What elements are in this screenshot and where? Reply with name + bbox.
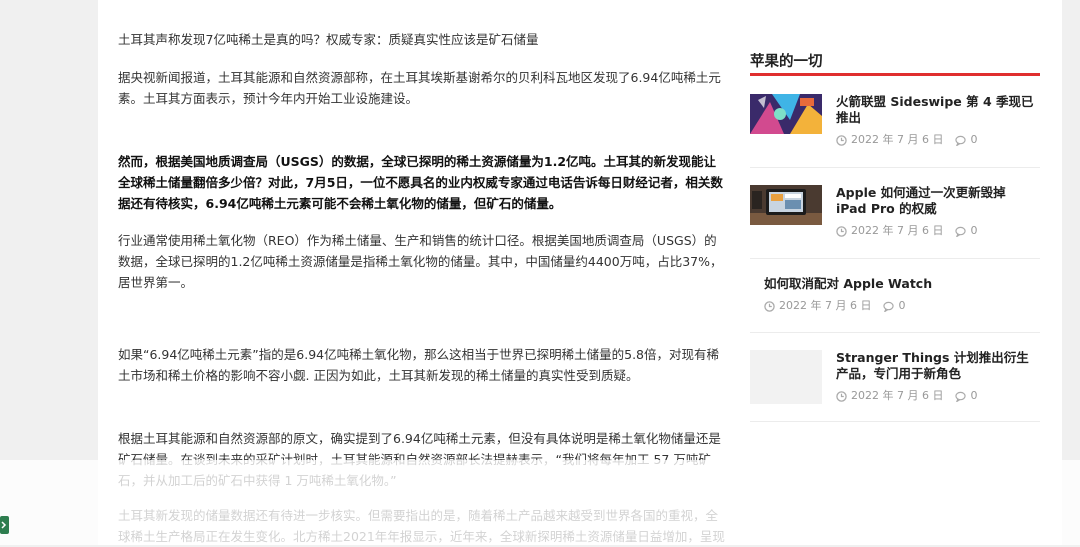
sidebar-divider: [750, 258, 1040, 259]
post-headline[interactable]: Stranger Things 计划推出衍生产品，专门用于新角色: [836, 350, 1040, 382]
post-headline[interactable]: 如何取消配对 Apple Watch: [764, 276, 1040, 292]
comment-bubble-icon[interactable]: [955, 135, 967, 146]
sidebar-divider: [750, 421, 1040, 422]
post-meta: 2022 年 7 月 6 日 0: [836, 133, 1040, 147]
sidebar-title: 苹果的一切: [750, 54, 823, 70]
post-headline[interactable]: 火箭联盟 Sideswipe 第 4 季现已推出: [836, 94, 1040, 126]
post-thumbnail-placeholder[interactable]: [750, 350, 822, 404]
article-paragraph-4: 如果“6.94亿吨稀土元素”指的是6.94亿吨稀土氧化物，那么这相当于世界已探明…: [118, 347, 719, 383]
post-date: 2022 年 7 月 6 日: [851, 133, 944, 146]
post-comment-count[interactable]: 0: [970, 133, 977, 147]
article-paragraph-6: 土耳其新发现的储量数据还有待进一步核实。但需要指出的是，随着稀土产品越来越受到世…: [118, 508, 725, 544]
article-title: 土耳其声称发现7亿吨稀土是真的吗？权威专家：质疑真实性应该是矿石储量: [118, 32, 539, 47]
clock-icon: [764, 300, 775, 312]
post-date: 2022 年 7 月 6 日: [851, 224, 944, 237]
post-meta: 2022 年 7 月 6 日 0: [764, 299, 1040, 313]
floating-tab-icon[interactable]: [0, 516, 9, 534]
sidebar-divider: [750, 332, 1040, 333]
page-content: 土耳其声称发现7亿吨稀土是真的吗？权威专家：质疑真实性应该是矿石储量 据央视新闻…: [98, 0, 1062, 545]
post-thumbnail-game[interactable]: [750, 94, 822, 134]
post-comment-count[interactable]: 0: [898, 299, 905, 313]
post-comment-count[interactable]: 0: [970, 224, 977, 238]
sidebar-divider: [750, 167, 1040, 168]
post-thumbnail-ipad[interactable]: [750, 185, 822, 225]
sidebar-title-underline: [750, 73, 1040, 76]
clock-icon: [836, 134, 847, 146]
article-paragraph-3: 行业通常使用稀土氧化物（REO）作为稀土储量、生产和销售的统计口径。根据美国地质…: [118, 233, 723, 290]
comment-bubble-icon[interactable]: [955, 226, 967, 237]
comment-bubble-icon[interactable]: [955, 391, 967, 402]
article-paragraph-1: 据央视新闻报道，土耳其能源和自然资源部称，在土耳其埃斯基谢希尔的贝利科瓦地区发现…: [118, 70, 721, 106]
clock-icon: [836, 225, 847, 237]
post-headline[interactable]: Apple 如何通过一次更新毁掉 iPad Pro 的权威: [836, 185, 1040, 217]
post-date: 2022 年 7 月 6 日: [779, 299, 872, 312]
clock-icon: [836, 390, 847, 402]
post-comment-count[interactable]: 0: [970, 389, 977, 403]
post-date: 2022 年 7 月 6 日: [851, 389, 944, 402]
post-meta: 2022 年 7 月 6 日 0: [836, 224, 1040, 238]
article-paragraph-2: 然而，根据美国地质调查局（USGS）的数据，全球已探明的稀土资源储量为1.2亿吨…: [118, 154, 723, 211]
comment-bubble-icon[interactable]: [883, 301, 895, 312]
article-paragraph-5: 根据土耳其能源和自然资源部的原文，确实提到了6.94亿吨稀土元素，但没有具体说明…: [118, 431, 721, 488]
post-meta: 2022 年 7 月 6 日 0: [836, 389, 1040, 403]
